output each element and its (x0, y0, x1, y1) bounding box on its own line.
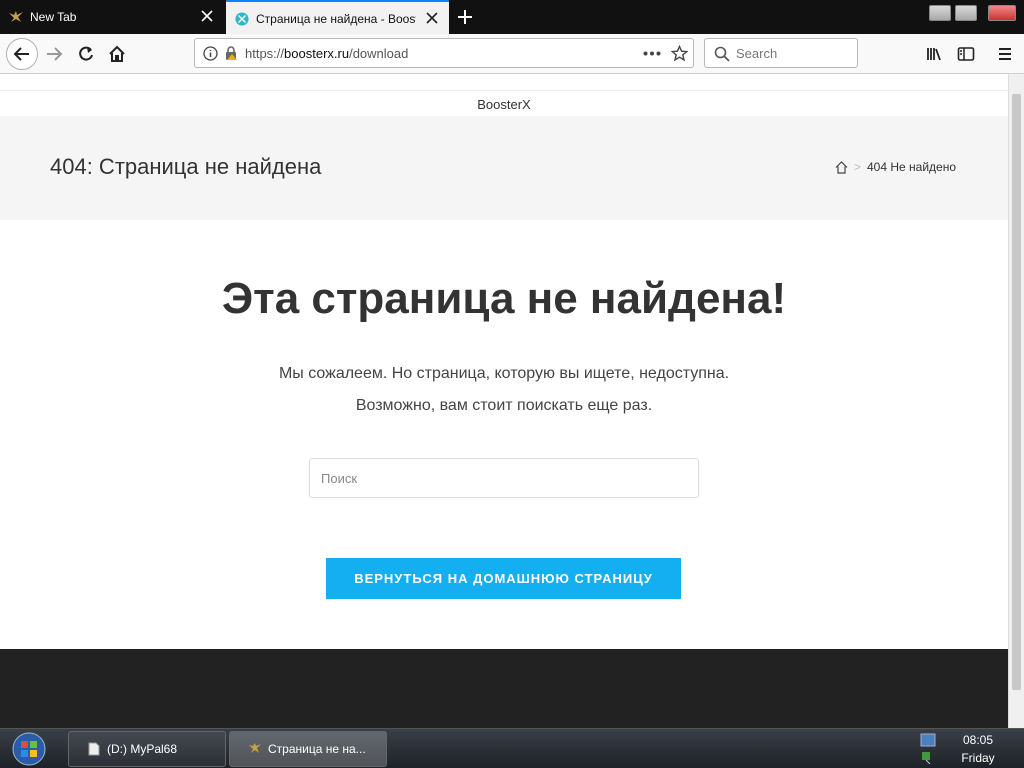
bookmark-star-icon[interactable] (671, 45, 688, 62)
info-icon[interactable] (203, 46, 218, 61)
url-bar[interactable]: https://boosterx.ru/download (194, 38, 694, 68)
site-footer (0, 649, 1008, 728)
boosterx-icon (235, 12, 249, 26)
page-title: 404: Страница не найдена (50, 154, 322, 179)
document-icon (88, 742, 100, 756)
home-icon (109, 45, 125, 62)
insecure-lock-icon[interactable] (223, 45, 239, 61)
breadcrumb-current: 404 Не найдено (866, 160, 956, 174)
library-button[interactable] (921, 40, 949, 68)
error-message-line2: Возможно, вам стоит поискать еще раз. (355, 397, 653, 414)
reload-icon (79, 46, 93, 61)
error-heading: Эта страница не найдена! (221, 274, 787, 323)
system-tray (920, 733, 936, 765)
tab-label: New Tab (30, 10, 77, 24)
close-window-button[interactable] (988, 5, 1016, 21)
tab-label: Страница не найдена - BoosterX (256, 12, 416, 26)
back-arrow-icon (13, 47, 29, 61)
mypal-icon (9, 11, 23, 22)
site-name[interactable]: BoosterX (0, 97, 1008, 112)
clock-time: 08:05 (962, 733, 994, 747)
page-viewport: BoosterX 404: Страница не найдена > 404 … (0, 74, 1008, 728)
taskbar-clock[interactable]: 08:05 Friday (948, 731, 1008, 767)
page-scrollbar[interactable] (1008, 74, 1024, 728)
taskbar-item-explorer[interactable]: (D:) MyPal68 (68, 731, 226, 767)
hamburger-menu-icon (999, 48, 1011, 60)
breadcrumb: > 404 Не найдено (835, 160, 956, 174)
menu-button[interactable] (991, 40, 1019, 68)
page-header: 404: Страница не найдена > 404 Не найден… (0, 116, 1008, 220)
scrollbar-thumb[interactable] (1012, 94, 1021, 690)
monitor-icon[interactable] (920, 733, 936, 747)
tab-page-not-found[interactable]: Страница не найдена - BoosterX (226, 0, 449, 34)
close-tab-icon[interactable] (425, 11, 439, 25)
close-tab-icon[interactable] (200, 9, 214, 23)
page-actions-icon[interactable] (643, 51, 661, 56)
mypal-icon (249, 743, 261, 753)
site-search-input[interactable] (309, 458, 699, 498)
taskbar-item-browser[interactable]: Страница не на... (229, 731, 387, 767)
network-icon[interactable] (920, 750, 936, 764)
navigation-toolbar: https://boosterx.ru/download Search (0, 34, 1024, 74)
site-header: BoosterX (0, 90, 1008, 117)
breadcrumb-separator: > (853, 160, 861, 174)
search-placeholder: Search (736, 46, 778, 61)
search-icon (714, 46, 730, 62)
clock-day: Friday (961, 751, 995, 765)
home-button[interactable] (103, 40, 131, 68)
taskbar-item-label: (D:) MyPal68 (107, 742, 178, 756)
sidebar-icon (957, 47, 975, 61)
minimize-button[interactable] (929, 5, 951, 21)
reload-button[interactable] (72, 40, 100, 68)
forward-arrow-icon (47, 47, 63, 61)
tab-strip: New Tab Страница не найдена - BoosterX (0, 0, 1024, 34)
new-tab-icon[interactable] (456, 8, 474, 26)
sidebar-button[interactable] (952, 40, 980, 68)
forward-button[interactable] (40, 40, 68, 68)
library-icon (927, 48, 941, 61)
home-icon[interactable] (835, 160, 848, 174)
error-message-line1: Мы сожалеем. Но страница, которую вы ище… (278, 365, 730, 382)
back-button[interactable] (6, 38, 38, 70)
url-text: https://boosterx.ru/download (245, 46, 409, 61)
back-to-home-button[interactable]: ВЕРНУТЬСЯ НА ДОМАШНЮЮ СТРАНИЦУ (326, 558, 681, 599)
taskbar-item-label: Страница не на... (268, 742, 366, 756)
search-bar[interactable]: Search (704, 38, 858, 68)
restore-button[interactable] (955, 5, 977, 21)
windows-taskbar: (D:) MyPal68 Страница не на... 08:05 Fri… (0, 728, 1024, 768)
start-button-icon[interactable] (10, 731, 48, 767)
tab-new-tab[interactable]: New Tab (0, 0, 224, 34)
